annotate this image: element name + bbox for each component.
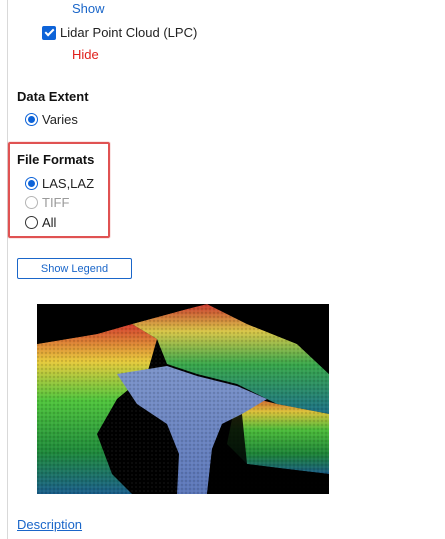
layer-lidar-row[interactable]: Lidar Point Cloud (LPC) xyxy=(42,25,197,40)
data-extent-option-varies[interactable]: Varies xyxy=(25,112,78,127)
lidar-terrain-image xyxy=(37,304,329,494)
tiff-label: TIFF xyxy=(42,195,70,210)
layer-details-panel: Show Lidar Point Cloud (LPC) Hide Data E… xyxy=(0,0,445,539)
file-formats-title: File Formats xyxy=(17,152,95,167)
file-format-option-las-laz[interactable]: LAS,LAZ xyxy=(25,176,94,191)
all-radio[interactable] xyxy=(25,216,38,229)
las-laz-radio[interactable] xyxy=(25,177,38,190)
description-link[interactable]: Description xyxy=(17,517,82,532)
lidar-layer-label: Lidar Point Cloud (LPC) xyxy=(60,25,198,40)
show-layer-link[interactable]: Show xyxy=(72,1,105,16)
las-laz-label: LAS,LAZ xyxy=(42,176,95,191)
data-extent-title: Data Extent xyxy=(17,89,89,104)
varies-radio[interactable] xyxy=(25,113,38,126)
varies-label: Varies xyxy=(42,112,78,127)
lidar-checkbox[interactable] xyxy=(42,25,56,40)
hide-layer-link[interactable]: Hide xyxy=(72,47,99,62)
show-legend-button[interactable]: Show Legend xyxy=(17,258,132,279)
panel-divider xyxy=(7,0,8,539)
file-format-option-tiff: TIFF xyxy=(25,195,69,210)
file-format-option-all[interactable]: All xyxy=(25,215,56,230)
tiff-radio xyxy=(25,196,38,209)
lidar-terrain-graphic xyxy=(37,304,329,494)
all-label: All xyxy=(42,215,57,230)
